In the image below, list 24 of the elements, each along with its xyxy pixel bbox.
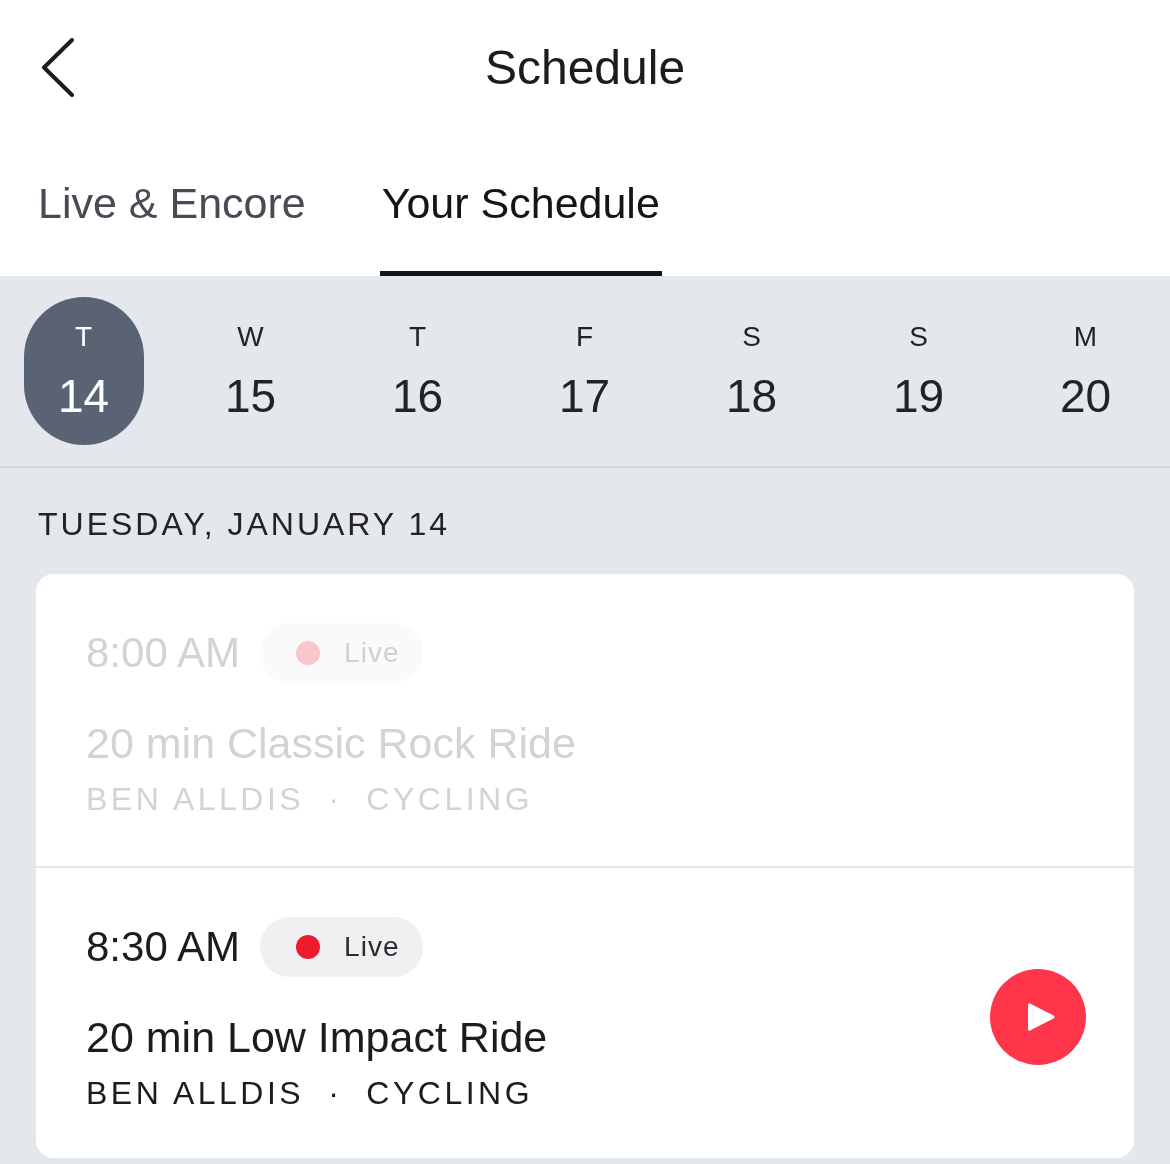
- discipline-label: CYCLING: [366, 1074, 534, 1113]
- tab[interactable]: Your Schedule: [379, 135, 662, 276]
- class-title: 20 min Low Impact Ride: [86, 1012, 548, 1063]
- tab[interactable]: Live & Encore: [36, 135, 308, 276]
- instructor-name: BEN ALLDIS: [86, 1074, 305, 1113]
- date-heading: TUESDAY, JANUARY 14: [38, 505, 451, 544]
- day-button[interactable]: W 15: [190, 297, 311, 445]
- chevron-left-icon: [41, 38, 75, 97]
- class-time: 8:30 AM: [86, 922, 241, 972]
- play-icon: [1026, 1001, 1056, 1033]
- page-title: Schedule: [484, 39, 686, 96]
- live-dot-icon: [296, 935, 321, 959]
- live-label: Live: [344, 930, 400, 964]
- day-button[interactable]: T 16: [357, 297, 478, 445]
- day-button[interactable]: S 18: [691, 297, 812, 445]
- live-dot-icon: [296, 641, 321, 665]
- class-row[interactable]: 8:30 AM Live 20 min Low Impact Ride BEN ALLDIS · CYCLING: [36, 866, 1134, 1158]
- day-button[interactable]: S 19: [858, 297, 979, 445]
- day-button[interactable]: T 14: [23, 297, 144, 445]
- day-button[interactable]: F 17: [524, 297, 645, 445]
- separator: ·: [328, 780, 343, 819]
- day-button[interactable]: M 20: [1025, 297, 1146, 445]
- back-button[interactable]: [41, 38, 75, 97]
- separator: ·: [328, 1074, 343, 1113]
